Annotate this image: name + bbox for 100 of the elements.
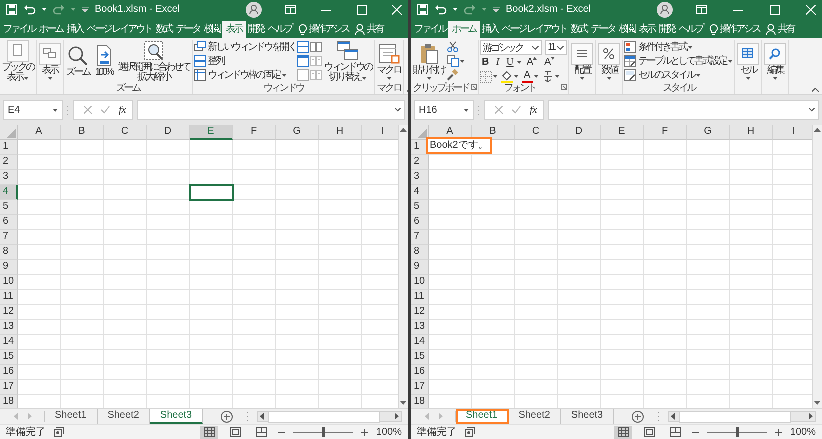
page-break-icon[interactable] xyxy=(670,427,681,437)
column-header[interactable]: F xyxy=(233,125,276,140)
ribbon-button[interactable]: 貼り付け xyxy=(412,42,446,80)
ribbon-tab[interactable]: ホーム xyxy=(448,21,480,38)
slider-thumb[interactable] xyxy=(322,427,326,437)
scroll-right-icon[interactable] xyxy=(395,413,399,420)
row-header[interactable]: 8 xyxy=(0,245,18,260)
row-header[interactable]: 6 xyxy=(0,215,18,230)
sheet-tab[interactable]: Sheet3 xyxy=(150,409,204,424)
italic-button[interactable]: I xyxy=(494,56,502,68)
arrange-icon[interactable] xyxy=(194,55,206,67)
row-header[interactable]: 13 xyxy=(411,320,429,335)
customize-toolbar-icon[interactable] xyxy=(493,6,500,12)
ribbon-tab[interactable]: 開発 xyxy=(246,21,266,38)
avatar-icon[interactable] xyxy=(657,2,674,18)
conditional-format-icon[interactable] xyxy=(624,41,636,53)
expand-icon[interactable] xyxy=(395,108,401,112)
ribbon-button[interactable]: テーブルとして書式設定 xyxy=(624,54,734,68)
column-header[interactable]: I xyxy=(362,125,398,140)
caret-icon[interactable] xyxy=(493,75,498,78)
ribbon-button[interactable]: ウィンドウ枠の固定 xyxy=(194,68,287,82)
scroll-left-icon[interactable] xyxy=(671,413,676,420)
paintbrush-icon[interactable] xyxy=(447,69,459,81)
horizontal-scrollbar[interactable] xyxy=(257,411,402,422)
ribbon-tab[interactable]: 開発 xyxy=(656,21,677,38)
magnifier-icon[interactable] xyxy=(67,44,89,66)
tell-me-tab[interactable]: 操作アシス xyxy=(706,21,762,38)
row-header[interactable]: 12 xyxy=(411,305,429,320)
undo-icon[interactable] xyxy=(24,4,36,16)
row-header[interactable]: 7 xyxy=(0,230,18,245)
page-view-icon[interactable] xyxy=(39,42,61,64)
column-header[interactable]: H xyxy=(730,125,773,140)
ribbon-button[interactable]: マクロ xyxy=(376,42,402,80)
row-header[interactable]: 15 xyxy=(411,350,429,365)
page-icon[interactable] xyxy=(644,427,655,437)
add-sheet-icon[interactable] xyxy=(632,410,644,422)
ribbon-tab[interactable]: データ xyxy=(588,21,617,38)
caret-icon[interactable] xyxy=(688,46,694,48)
chevron-down-icon[interactable] xyxy=(532,46,539,50)
scroll-down-icon[interactable] xyxy=(400,401,407,405)
scroll-down-icon[interactable] xyxy=(814,401,821,405)
row-header[interactable]: 10 xyxy=(411,275,429,290)
close-icon[interactable] xyxy=(392,4,402,14)
row-header[interactable]: 12 xyxy=(0,305,18,320)
expand-icon[interactable] xyxy=(809,108,815,112)
cell-style-icon[interactable] xyxy=(624,69,636,81)
caret-icon[interactable] xyxy=(514,75,519,78)
close-icon[interactable] xyxy=(806,4,816,14)
grid-icon[interactable] xyxy=(204,427,215,437)
column-header[interactable]: A xyxy=(18,125,61,140)
share-button[interactable]: 共有 xyxy=(764,21,796,38)
row-header[interactable]: 18 xyxy=(411,395,429,408)
row-header[interactable]: 5 xyxy=(0,200,18,215)
ribbon-tab[interactable]: 挿入 xyxy=(480,21,500,38)
ribbon-button[interactable]: 配置 xyxy=(570,42,594,80)
insert-function-button[interactable]: fx xyxy=(119,104,126,116)
row-header[interactable]: 14 xyxy=(411,335,429,350)
column-header[interactable]: C xyxy=(104,125,147,140)
macro-record-icon[interactable] xyxy=(54,427,64,437)
column-header[interactable]: E xyxy=(601,125,644,140)
ribbon-tab[interactable]: ファイル xyxy=(412,21,448,38)
caret-icon[interactable] xyxy=(460,60,465,62)
maximize-icon[interactable] xyxy=(356,4,366,14)
row-header[interactable]: 16 xyxy=(0,365,18,380)
row-header[interactable]: 17 xyxy=(0,380,18,395)
font-field[interactable]: 游ゴシック xyxy=(480,40,542,55)
find-icon[interactable] xyxy=(764,42,786,64)
row-header[interactable]: 1 xyxy=(0,140,18,155)
tell-me-tab[interactable]: 操作アシス xyxy=(296,21,351,38)
caret-icon[interactable] xyxy=(606,76,612,80)
column-header[interactable]: G xyxy=(276,125,319,140)
row-header[interactable]: 15 xyxy=(0,350,18,365)
fill-bucket-icon[interactable] xyxy=(501,70,513,82)
zoom-level[interactable]: 100% xyxy=(790,426,816,438)
name-box[interactable]: H16 xyxy=(414,100,474,120)
furigana-icon[interactable] xyxy=(542,70,554,82)
caret-icon[interactable] xyxy=(696,74,702,76)
column-header[interactable]: B xyxy=(61,125,104,140)
freeze-panes-icon[interactable] xyxy=(194,69,206,81)
zoom-level[interactable]: 100% xyxy=(376,426,402,438)
insert-function-button[interactable]: fx xyxy=(530,104,538,116)
caret-icon[interactable] xyxy=(386,76,392,80)
maximize-icon[interactable] xyxy=(770,4,780,14)
caret-icon[interactable] xyxy=(554,75,560,78)
row-header[interactable]: 6 xyxy=(411,215,429,230)
caret-icon[interactable] xyxy=(282,74,287,76)
ribbon-tab[interactable]: 数式 xyxy=(568,21,589,38)
ribbon-button[interactable]: 選択範囲に合わせて 拡大/縮小 xyxy=(117,40,191,83)
grid-icon[interactable] xyxy=(618,427,629,437)
cells-icon[interactable] xyxy=(737,42,760,64)
row-header[interactable]: 8 xyxy=(411,245,429,260)
caret-icon[interactable] xyxy=(772,76,778,80)
align-icon[interactable] xyxy=(571,42,594,64)
column-header[interactable]: D xyxy=(147,125,190,140)
underline-button[interactable]: U xyxy=(504,56,516,68)
macro-record-icon[interactable] xyxy=(465,427,475,437)
ribbon-tab[interactable]: ヘルプ xyxy=(676,21,705,38)
row-header[interactable]: 16 xyxy=(411,365,429,380)
name-box[interactable]: E4 xyxy=(3,100,63,120)
caret-icon[interactable] xyxy=(580,76,585,80)
